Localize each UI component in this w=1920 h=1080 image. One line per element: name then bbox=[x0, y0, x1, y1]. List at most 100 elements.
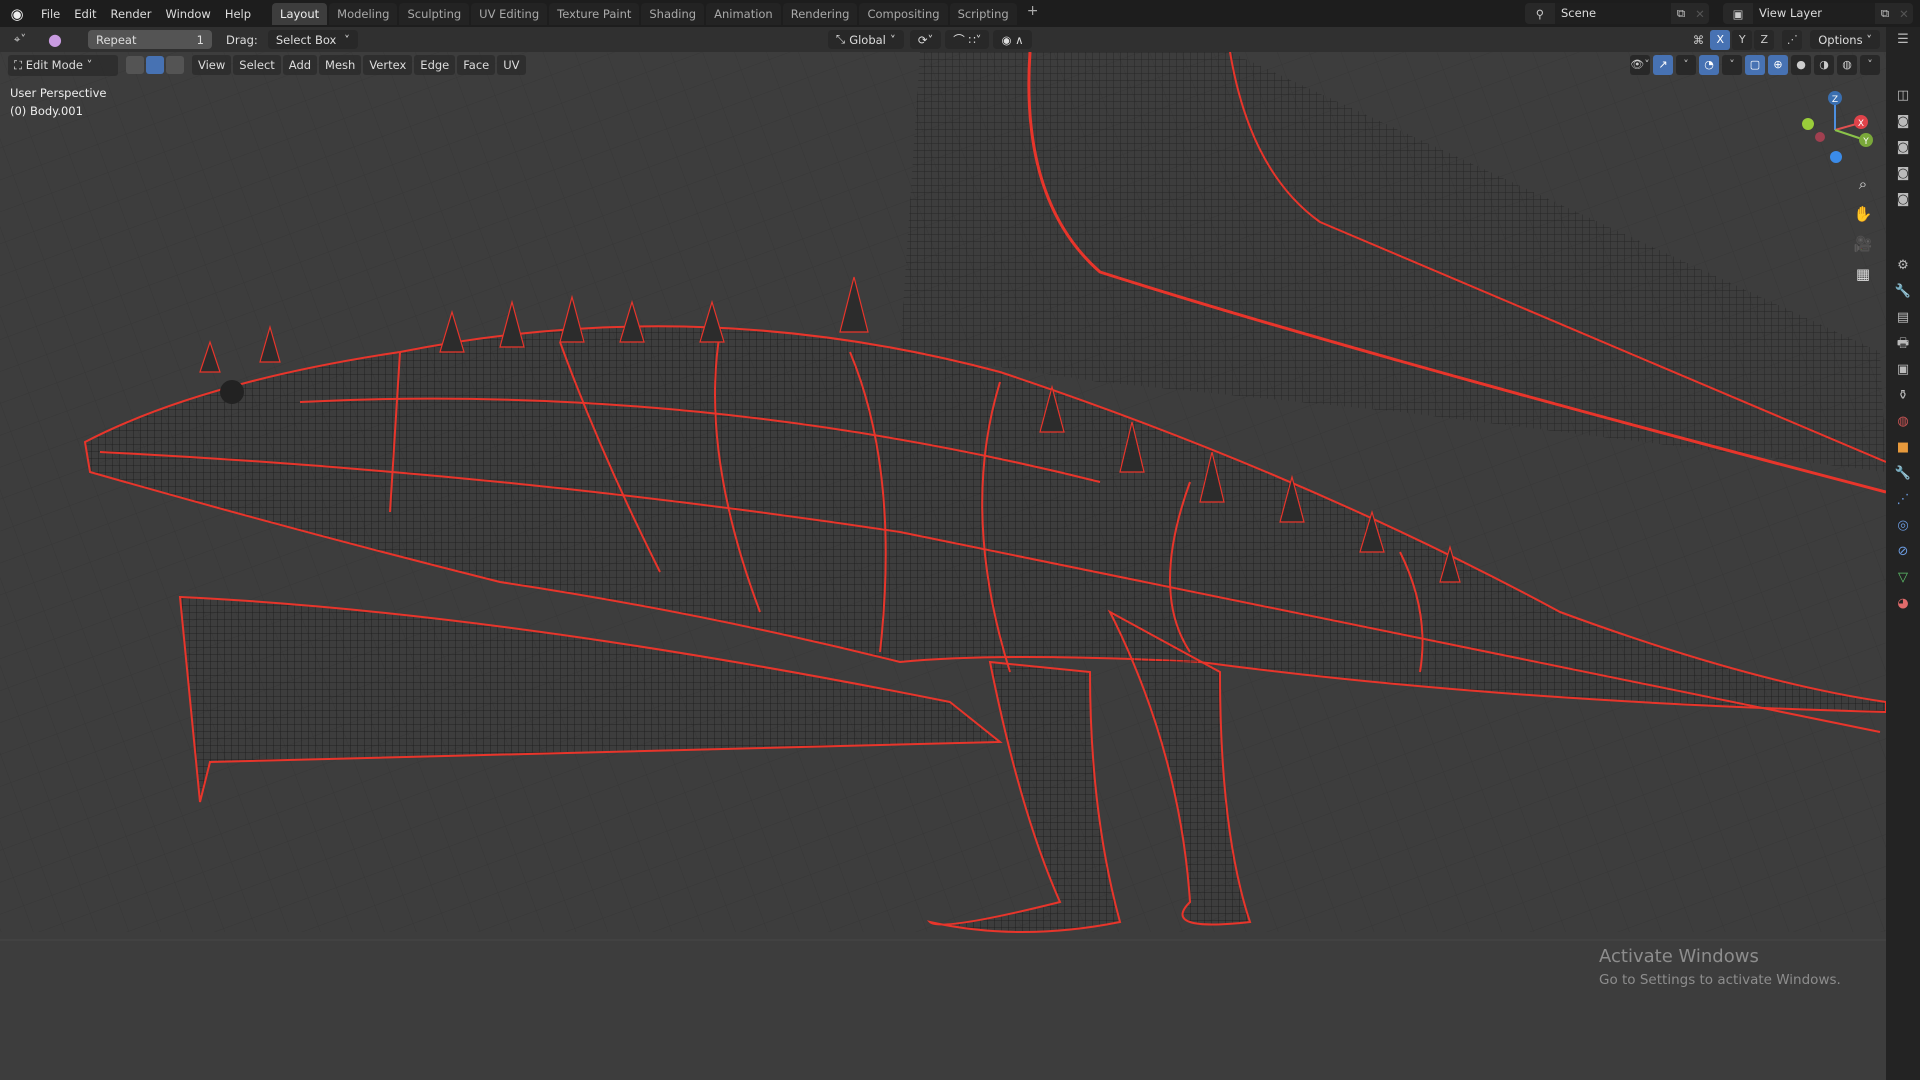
physics-tab-icon[interactable]: ◎ bbox=[1886, 513, 1920, 539]
gizmo-dropdown[interactable]: ˅ bbox=[1676, 55, 1696, 75]
properties-toggle-icon[interactable]: ⚙ bbox=[1886, 253, 1920, 279]
viewport-display-tools: 👁˅ ↗ ˅ ◔ ˅ ▢ ⊕ ● ◑ ◍ ˅ bbox=[1630, 55, 1880, 75]
menu-uv[interactable]: UV bbox=[497, 55, 526, 75]
orthographic-grid-icon[interactable]: ▦ bbox=[1848, 260, 1878, 288]
mirror-y-toggle[interactable]: Y bbox=[1732, 29, 1753, 50]
edge-select-icon[interactable] bbox=[146, 56, 164, 74]
outliner-toggle-icon[interactable]: ☰ bbox=[1886, 27, 1920, 53]
tab-uv-editing[interactable]: UV Editing bbox=[471, 2, 548, 25]
gizmo-toggle-icon[interactable]: ↗ bbox=[1653, 55, 1673, 75]
mirror-x-toggle[interactable]: X bbox=[1710, 29, 1731, 50]
overlay-dropdown[interactable]: ˅ bbox=[1722, 55, 1742, 75]
visibility-selectability-icon[interactable]: 👁˅ bbox=[1630, 55, 1650, 75]
mode-dropdown[interactable]: ⛶ Edit Mode ˅ bbox=[8, 54, 118, 76]
menu-face[interactable]: Face bbox=[457, 55, 496, 75]
scene-collection-icon[interactable]: ◫ bbox=[1886, 83, 1920, 109]
menu-select[interactable]: Select bbox=[233, 55, 281, 75]
tab-compositing[interactable]: Compositing bbox=[859, 2, 948, 25]
view-layer-name[interactable]: View Layer bbox=[1753, 3, 1875, 24]
menu-vertex[interactable]: Vertex bbox=[363, 55, 413, 75]
navigation-gizmo[interactable]: Z X Y bbox=[1800, 85, 1880, 165]
new-scene-icon[interactable]: ⧉ bbox=[1671, 6, 1691, 21]
orientation-icon: ⤡ bbox=[835, 32, 846, 46]
drag-value: Select Box bbox=[275, 32, 337, 47]
tab-scripting[interactable]: Scripting bbox=[949, 2, 1017, 25]
tool-header: ⌖˅ ● Repeat 1 Drag: Select Box ˅ ⤡ Global ˅ … bbox=[0, 27, 1886, 52]
tab-sculpting[interactable]: Sculpting bbox=[399, 2, 470, 25]
menu-render[interactable]: Render bbox=[104, 7, 159, 21]
output-tab-icon[interactable]: 🖶 bbox=[1886, 331, 1920, 357]
solid-shading-icon[interactable]: ● bbox=[1791, 55, 1811, 75]
edit-mode-header: ⛶ Edit Mode ˅ View Select Add Mesh Verte… bbox=[8, 54, 526, 76]
data-tab-icon[interactable]: ▽ bbox=[1886, 565, 1920, 591]
top-bar: ◉ File Edit Render Window Help Layout Modeli… bbox=[0, 0, 1920, 27]
scene-name[interactable]: Scene bbox=[1555, 3, 1671, 24]
topology-mirror-icon[interactable]: ⋰ bbox=[1782, 29, 1803, 50]
xray-toggle-icon[interactable]: ▢ bbox=[1745, 55, 1765, 75]
properties-tab-strip: ☰ ◫ ◙ ◙ ◙ ◙ ⚙ 🔧 ▤ 🖶 ▣ ⚱ ◍ ■ 🔧 ⋰ ◎ ⊘ ▽ ◕ bbox=[1886, 27, 1920, 1080]
tab-texture-paint[interactable]: Texture Paint bbox=[549, 2, 640, 25]
tool-tab-icon[interactable]: 🔧 bbox=[1886, 279, 1920, 305]
drag-label: Drag: bbox=[226, 32, 258, 47]
options-dropdown[interactable]: Options ˅ bbox=[1810, 30, 1880, 49]
scene-selector[interactable]: ⚲ Scene ⧉ ✕ bbox=[1525, 3, 1709, 24]
zoom-icon[interactable]: ⌕ bbox=[1848, 170, 1878, 198]
mirror-icon: ⌘ bbox=[1692, 32, 1705, 47]
menu-edge[interactable]: Edge bbox=[414, 55, 456, 75]
modifier-tab-icon[interactable]: 🔧 bbox=[1886, 461, 1920, 487]
camera-view-icon[interactable]: 🎥 bbox=[1848, 230, 1878, 258]
pan-hand-icon[interactable]: ✋ bbox=[1848, 200, 1878, 228]
constraints-tab-icon[interactable]: ⊘ bbox=[1886, 539, 1920, 565]
editor-type-icon[interactable]: ⌖˅ bbox=[0, 32, 40, 47]
close-icon[interactable]: ✕ bbox=[1895, 7, 1913, 21]
shading-dropdown[interactable]: ˅ bbox=[1860, 55, 1880, 75]
camera-icon[interactable]: ◙ bbox=[1886, 135, 1920, 161]
active-tool-icon[interactable]: ● bbox=[40, 30, 70, 49]
snap-toggle[interactable]: ⌒ ∷˅ bbox=[945, 30, 990, 49]
activate-windows-title: Activate Windows bbox=[1599, 946, 1759, 967]
face-select-icon[interactable] bbox=[166, 56, 184, 74]
proportional-edit-toggle[interactable]: ◉ ∧ bbox=[993, 30, 1032, 49]
view-layer-selector[interactable]: ▣ View Layer ⧉ ✕ bbox=[1723, 3, 1913, 24]
3d-viewport[interactable]: User Perspective (0) Body.001 Z X Y ⌕ ✋ … bbox=[0, 52, 1886, 1080]
add-workspace-button[interactable]: + bbox=[1019, 3, 1047, 25]
menu-file[interactable]: File bbox=[34, 7, 67, 21]
render-tab-icon[interactable]: ▤ bbox=[1886, 305, 1920, 331]
wireframe-shading-icon[interactable]: ⊕ bbox=[1768, 55, 1788, 75]
close-icon[interactable]: ✕ bbox=[1691, 7, 1709, 21]
menu-view[interactable]: View bbox=[192, 55, 232, 75]
particles-tab-icon[interactable]: ⋰ bbox=[1886, 487, 1920, 513]
camera-icon[interactable]: ◙ bbox=[1886, 187, 1920, 213]
mirror-z-toggle[interactable]: Z bbox=[1754, 29, 1775, 50]
vertex-select-icon[interactable] bbox=[126, 56, 144, 74]
repeat-field[interactable]: Repeat 1 bbox=[88, 30, 212, 49]
tab-layout[interactable]: Layout bbox=[272, 2, 328, 25]
world-tab-icon[interactable]: ◍ bbox=[1886, 409, 1920, 435]
blender-logo-icon[interactable]: ◉ bbox=[0, 5, 34, 23]
tab-rendering[interactable]: Rendering bbox=[782, 2, 858, 25]
orientation-dropdown[interactable]: ⤡ Global ˅ bbox=[827, 30, 904, 49]
main-menu: File Edit Render Window Help bbox=[34, 7, 258, 21]
material-shading-icon[interactable]: ◑ bbox=[1814, 55, 1834, 75]
active-object-label: (0) Body.001 bbox=[10, 104, 83, 118]
view-layer-tab-icon[interactable]: ▣ bbox=[1886, 357, 1920, 383]
pivot-dropdown[interactable]: ⟳˅ bbox=[909, 30, 942, 49]
overlay-toggle-icon[interactable]: ◔ bbox=[1699, 55, 1719, 75]
gizmo-y-label: Y bbox=[1862, 137, 1869, 147]
menu-mesh[interactable]: Mesh bbox=[319, 55, 362, 75]
tab-modeling[interactable]: Modeling bbox=[329, 2, 398, 25]
menu-edit[interactable]: Edit bbox=[67, 7, 103, 21]
camera-icon[interactable]: ◙ bbox=[1886, 109, 1920, 135]
menu-add[interactable]: Add bbox=[282, 55, 318, 75]
new-view-layer-icon[interactable]: ⧉ bbox=[1875, 6, 1895, 21]
object-tab-icon[interactable]: ■ bbox=[1886, 435, 1920, 461]
tab-shading[interactable]: Shading bbox=[641, 2, 705, 25]
drag-dropdown[interactable]: Select Box ˅ bbox=[267, 30, 358, 49]
camera-icon[interactable]: ◙ bbox=[1886, 161, 1920, 187]
menu-window[interactable]: Window bbox=[158, 7, 217, 21]
menu-help[interactable]: Help bbox=[218, 7, 258, 21]
rendered-shading-icon[interactable]: ◍ bbox=[1837, 55, 1857, 75]
scene-tab-icon[interactable]: ⚱ bbox=[1886, 383, 1920, 409]
material-tab-icon[interactable]: ◕ bbox=[1886, 591, 1920, 617]
tab-animation[interactable]: Animation bbox=[706, 2, 781, 25]
